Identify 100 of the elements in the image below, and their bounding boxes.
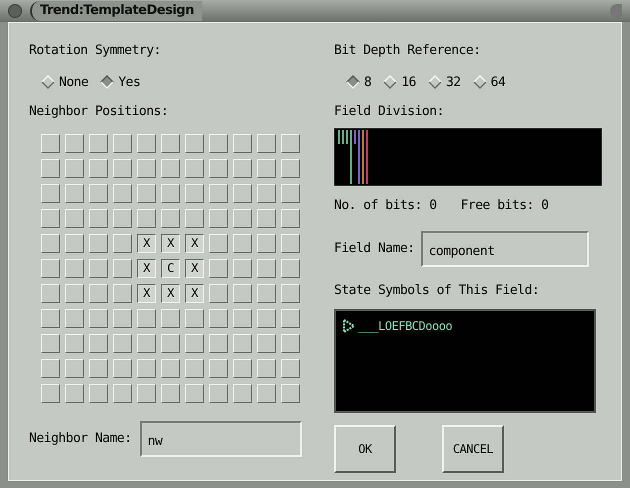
window-menu-icon[interactable] [8,4,22,18]
grid-cell[interactable] [257,308,276,328]
grid-cell[interactable] [233,134,252,152]
radio-option[interactable]: None [41,72,88,92]
radio-option[interactable]: 8 [346,72,372,92]
grid-cell[interactable] [113,334,132,352]
grid-cell[interactable] [257,134,276,152]
grid-cell[interactable] [113,134,132,152]
grid-cell[interactable] [281,208,300,228]
grid-cell[interactable] [185,208,204,228]
grid-cell[interactable] [281,384,300,402]
grid-cell[interactable] [233,334,252,352]
grid-cell[interactable] [41,308,60,328]
grid-cell[interactable] [233,358,252,378]
grid-cell[interactable] [65,234,84,252]
grid-cell[interactable]: X [137,258,156,278]
radio-option[interactable]: 16 [383,72,416,92]
grid-cell[interactable] [281,334,300,352]
grid-cell[interactable] [41,158,60,178]
grid-cell[interactable] [161,334,180,352]
grid-cell[interactable] [65,158,84,178]
grid-cell[interactable] [89,234,108,252]
grid-cell[interactable] [185,134,204,152]
grid-cell[interactable] [209,158,228,178]
radio-option[interactable]: 64 [472,72,506,92]
grid-cell[interactable] [113,208,132,228]
grid-cell[interactable] [89,158,108,178]
grid-cell[interactable] [233,184,252,202]
grid-cell[interactable] [233,258,252,278]
ok-button[interactable]: OK [334,424,396,472]
list-item[interactable]: ___LOEFBCDoooo [358,316,452,334]
grid-cell[interactable] [89,184,108,202]
grid-cell[interactable] [41,258,60,278]
grid-cell[interactable] [41,134,60,152]
grid-cell[interactable] [257,258,276,278]
grid-cell[interactable] [209,208,228,228]
cancel-button[interactable]: CANCEL [442,424,504,472]
grid-cell[interactable] [257,358,276,378]
grid-cell[interactable] [89,308,108,328]
grid-cell[interactable]: X [137,234,156,252]
grid-cell[interactable] [65,134,84,152]
grid-cell[interactable] [209,358,228,378]
grid-cell[interactable] [161,134,180,152]
grid-cell[interactable] [137,308,156,328]
grid-cell[interactable] [89,284,108,302]
grid-cell[interactable] [137,384,156,402]
grid-cell[interactable] [161,184,180,202]
grid-cell[interactable] [113,358,132,378]
grid-cell[interactable]: X [161,284,180,302]
grid-cell[interactable] [185,184,204,202]
grid-cell[interactable] [137,208,156,228]
grid-cell[interactable] [113,158,132,178]
grid-cell[interactable] [161,158,180,178]
grid-cell[interactable] [209,184,228,202]
grid-cell[interactable] [209,384,228,402]
grid-cell[interactable] [137,358,156,378]
grid-cell[interactable] [65,384,84,402]
grid-cell[interactable] [113,234,132,252]
grid-cell[interactable] [257,208,276,228]
grid-cell[interactable] [257,284,276,302]
grid-cell[interactable] [41,358,60,378]
grid-cell[interactable] [161,358,180,378]
grid-cell[interactable] [113,308,132,328]
grid-cell[interactable] [209,134,228,152]
grid-cell[interactable] [281,234,300,252]
grid-cell[interactable] [281,134,300,152]
grid-cell[interactable] [161,384,180,402]
grid-cell[interactable] [257,234,276,252]
grid-cell[interactable] [257,384,276,402]
grid-cell[interactable] [41,384,60,402]
grid-cell[interactable] [281,308,300,328]
grid-cell[interactable] [233,284,252,302]
grid-cell[interactable] [65,334,84,352]
grid-cell[interactable] [161,308,180,328]
grid-cell[interactable] [137,184,156,202]
neighbor-name-field[interactable]: nw [140,420,302,456]
grid-cell[interactable]: C [161,258,180,278]
grid-cell[interactable] [65,308,84,328]
grid-cell[interactable] [185,358,204,378]
grid-cell[interactable] [41,334,60,352]
grid-cell[interactable] [281,284,300,302]
grid-cell[interactable] [209,284,228,302]
grid-cell[interactable] [89,384,108,402]
grid-cell[interactable] [233,234,252,252]
grid-cell[interactable]: X [185,284,204,302]
grid-cell[interactable] [137,134,156,152]
grid-cell[interactable] [161,208,180,228]
grid-cell[interactable] [137,334,156,352]
grid-cell[interactable] [185,158,204,178]
grid-cell[interactable] [41,284,60,302]
grid-cell[interactable] [209,334,228,352]
radio-option[interactable]: Yes [100,72,140,92]
grid-cell[interactable] [41,184,60,202]
grid-cell[interactable] [257,334,276,352]
grid-cell[interactable]: X [185,234,204,252]
grid-cell[interactable] [233,308,252,328]
grid-cell[interactable] [257,158,276,178]
grid-cell[interactable]: X [137,284,156,302]
grid-cell[interactable] [209,258,228,278]
grid-cell[interactable] [41,234,60,252]
